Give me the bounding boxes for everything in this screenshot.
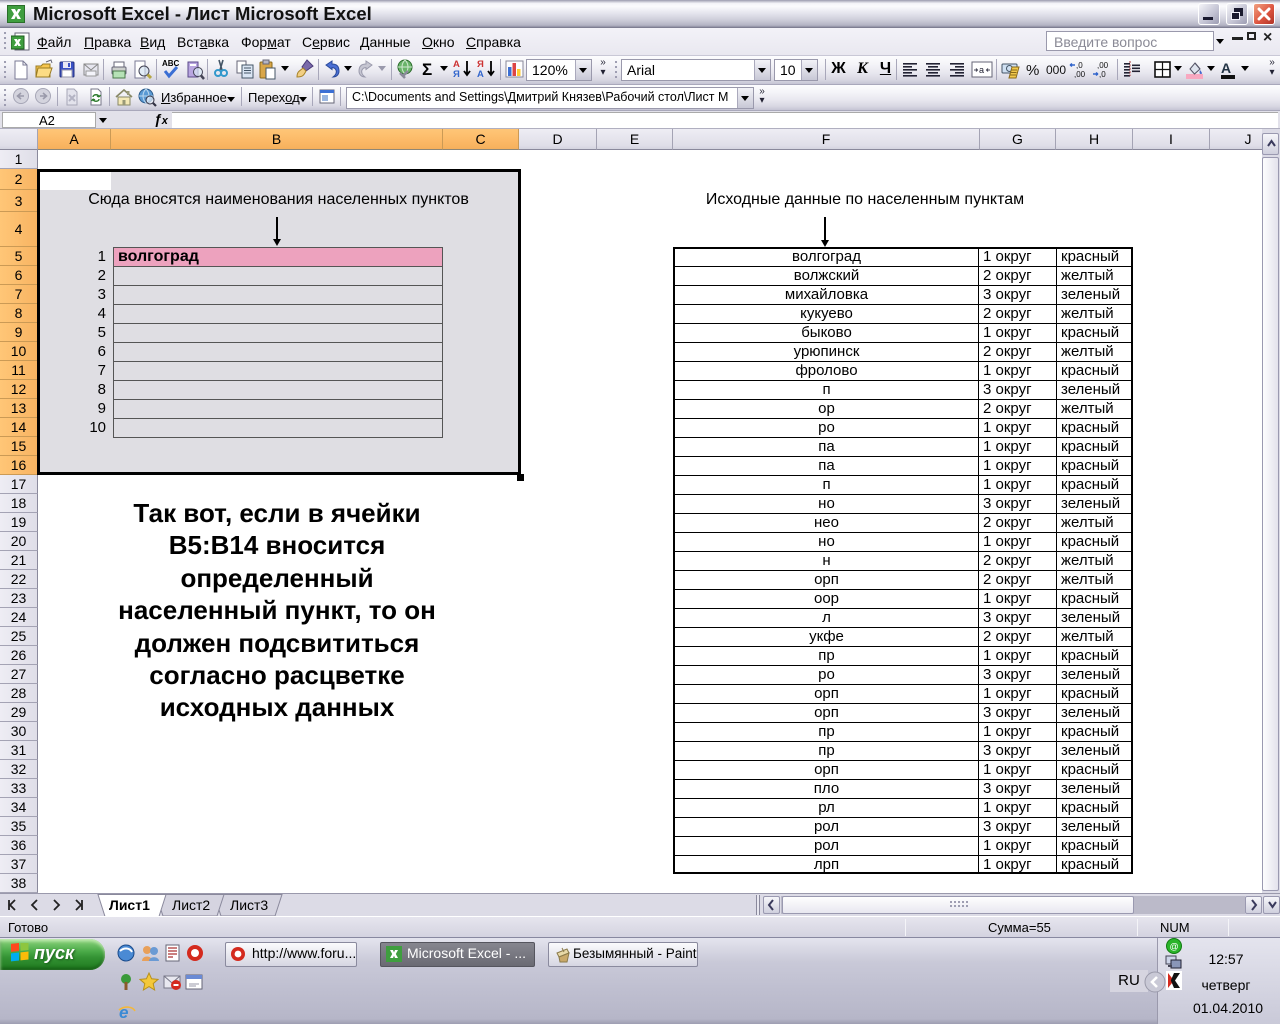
svg-text:Лист2: Лист2	[172, 897, 210, 913]
svg-text:Я: Я	[453, 69, 460, 80]
svg-text:e: e	[119, 1003, 128, 1022]
svg-text:,0: ,0	[1099, 70, 1106, 79]
svg-text:,00: ,00	[1097, 61, 1109, 70]
svg-text:,0: ,0	[1076, 61, 1083, 70]
svg-text:000: 000	[1046, 63, 1066, 77]
svg-text:,00: ,00	[1074, 70, 1086, 79]
svg-text:Лист3: Лист3	[230, 897, 268, 913]
svg-text:ABC: ABC	[162, 59, 180, 68]
svg-text:Σ: Σ	[422, 60, 432, 79]
svg-text:A: A	[1221, 60, 1231, 76]
svg-text:@: @	[1170, 942, 1179, 952]
svg-text:А: А	[477, 69, 484, 80]
svg-text:a: a	[979, 65, 984, 75]
svg-text:%: %	[1026, 62, 1039, 79]
svg-text:Лист1: Лист1	[109, 897, 150, 913]
